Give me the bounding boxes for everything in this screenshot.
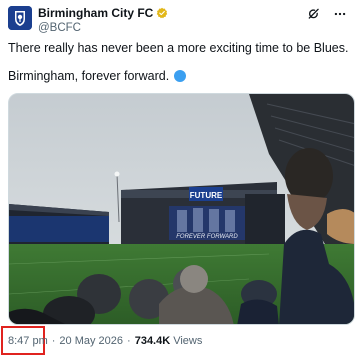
club-crest-icon — [8, 6, 32, 30]
tweet-text-line-2-content: Birmingham, forever forward. — [8, 69, 170, 83]
tweet-text-line-1: There really has never been a more excit… — [8, 41, 349, 55]
verified-badge-icon[interactable] — [156, 7, 168, 19]
tweet-text-line-2: Birmingham, forever forward. — [8, 68, 187, 84]
views-label: Views — [173, 335, 203, 347]
views-count: 734.4K — [134, 335, 171, 347]
blue-circle-emoji — [174, 70, 187, 82]
author-name-row: Birmingham City FC — [38, 6, 168, 20]
tweet-time[interactable]: 8:47 pm — [8, 335, 48, 347]
tweet: Birmingham City FC @BCFC There really ha… — [0, 0, 355, 360]
meta-separator-2: · — [127, 335, 131, 347]
meta-separator-1: · — [51, 335, 56, 347]
author-name[interactable]: Birmingham City FC — [38, 6, 153, 20]
avatar[interactable] — [8, 6, 32, 30]
tweet-actions-top — [307, 7, 347, 21]
author-handle[interactable]: @BCFC — [38, 22, 168, 34]
tweet-meta: 8:47 pm · 20 May 2026 · 734.4K Views — [8, 335, 202, 347]
stadium-photo: FUTURE FOREVER FORWARD — [9, 94, 354, 324]
more-icon[interactable] — [333, 7, 347, 21]
tifo-text: FOREVER FORWARD — [176, 234, 238, 240]
tweet-photo[interactable]: FUTURE FOREVER FORWARD — [8, 93, 355, 325]
grok-icon[interactable] — [307, 7, 321, 21]
tweet-header: Birmingham City FC @BCFC — [38, 6, 168, 34]
tweet-date[interactable]: 20 May 2026 — [59, 335, 123, 347]
stand-banner-text: FUTURE — [190, 191, 223, 200]
